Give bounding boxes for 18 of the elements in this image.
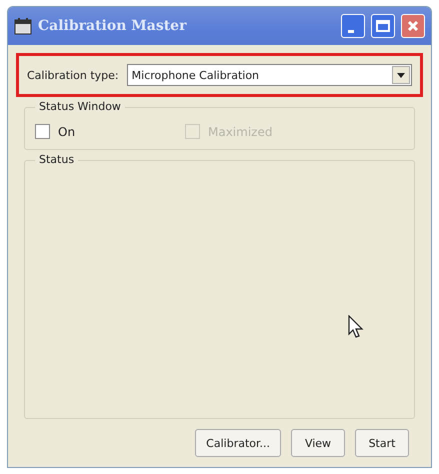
- minimize-button[interactable]: [341, 14, 365, 38]
- minimize-icon: [348, 30, 354, 32]
- checkbox-label: On: [58, 124, 76, 138]
- maximize-icon: [376, 20, 390, 32]
- calendar-icon: [14, 17, 32, 35]
- maximize-button[interactable]: [371, 14, 395, 38]
- field-label: Calibration type:: [27, 68, 119, 82]
- group-title: Status: [35, 153, 78, 166]
- mouse-pointer-icon: [348, 315, 364, 339]
- dialog-button[interactable]: Start: [355, 429, 409, 457]
- close-button[interactable]: [401, 14, 425, 38]
- dialog-button[interactable]: View: [291, 429, 345, 457]
- dialog-button[interactable]: Calibrator...: [195, 429, 281, 457]
- close-icon: [407, 20, 419, 32]
- checkbox[interactable]: [35, 124, 50, 139]
- calibration-type-dropdown[interactable]: Microphone Calibration: [126, 64, 412, 86]
- group-title: Status Window: [35, 100, 125, 113]
- window-title: Calibration Master: [38, 18, 188, 34]
